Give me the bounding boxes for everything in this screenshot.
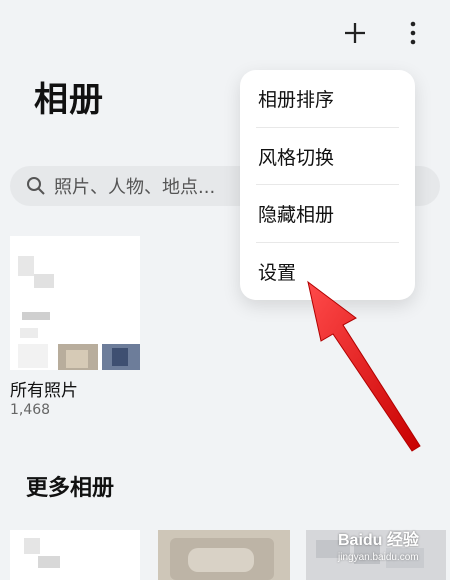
menu-item-settings[interactable]: 设置 — [240, 243, 415, 301]
album-thumbnail-all-photos[interactable] — [10, 236, 140, 370]
album-thumbnail[interactable] — [158, 530, 290, 580]
album-thumbnail[interactable] — [10, 530, 140, 580]
menu-item-hidden-albums[interactable]: 隐藏相册 — [240, 185, 415, 243]
album-count: 1,468 — [10, 402, 51, 418]
add-icon — [345, 23, 365, 43]
menu-item-label: 设置 — [258, 261, 297, 284]
section-title: 更多相册 — [26, 476, 115, 501]
more-options-button[interactable] — [398, 18, 428, 48]
add-button[interactable] — [340, 18, 370, 48]
menu-item-label: 风格切换 — [258, 146, 335, 169]
watermark-sub: jingyan.baidu.com — [338, 552, 419, 563]
menu-item-switch-style[interactable]: 风格切换 — [240, 128, 415, 186]
menu-item-label: 相册排序 — [258, 89, 335, 112]
menu-item-sort-albums[interactable]: 相册排序 — [240, 70, 415, 128]
album-name: 所有照片 — [10, 381, 78, 401]
watermark: Baidu 经验 jingyan.baidu.com — [338, 532, 448, 578]
search-placeholder: 照片、人物、地点... — [54, 177, 216, 198]
more-vert-icon — [410, 21, 416, 45]
overflow-menu: 相册排序 风格切换 隐藏相册 设置 — [240, 70, 415, 300]
menu-item-label: 隐藏相册 — [258, 204, 335, 227]
watermark-main: Baidu 经验 — [338, 532, 419, 549]
search-icon — [27, 177, 45, 195]
page-title: 相册 — [34, 80, 104, 120]
top-actions — [340, 18, 428, 48]
